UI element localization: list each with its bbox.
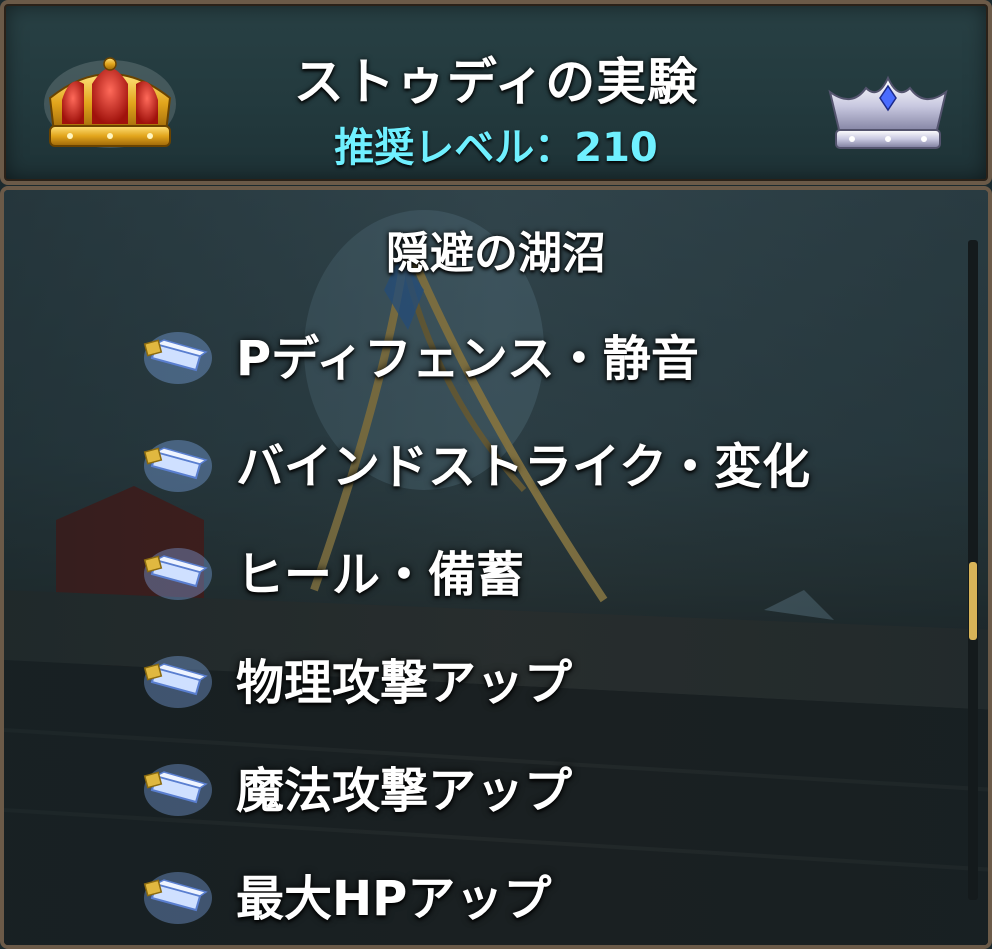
scroll-crystal-icon	[140, 862, 216, 926]
section-title: 隠避の湖沼	[386, 228, 606, 279]
list-item: バインドストライク・変化	[140, 408, 940, 516]
list-item: 魔法攻撃アップ	[140, 732, 940, 840]
skill-label: Pディフェンス・静音	[236, 331, 699, 387]
scroll-thumb[interactable]	[969, 562, 977, 640]
list-item: Pディフェンス・静音	[140, 300, 940, 408]
skill-label: 物理攻撃アップ	[236, 655, 573, 711]
scroll-crystal-icon	[140, 322, 216, 386]
skill-label: 最大HPアップ	[236, 871, 552, 927]
scroll-crystal-icon	[140, 646, 216, 710]
scroll-crystal-icon	[140, 430, 216, 494]
list-item: 物理攻撃アップ	[140, 624, 940, 732]
list-item: 最大HPアップ	[140, 840, 940, 948]
skill-label: 魔法攻撃アップ	[236, 763, 573, 819]
skill-label: ヒール・備蓄	[236, 547, 525, 603]
skill-label: バインドストライク・変化	[236, 439, 811, 495]
silver-crown-icon	[822, 64, 954, 156]
scroll-crystal-icon	[140, 538, 216, 602]
skill-list: Pディフェンス・静音 バインドストライク・変化 ヒール・備蓄 物理攻撃アップ 魔…	[140, 300, 940, 948]
list-item: ヒール・備蓄	[140, 516, 940, 624]
scrollbar[interactable]	[968, 240, 978, 900]
scroll-crystal-icon	[140, 754, 216, 818]
